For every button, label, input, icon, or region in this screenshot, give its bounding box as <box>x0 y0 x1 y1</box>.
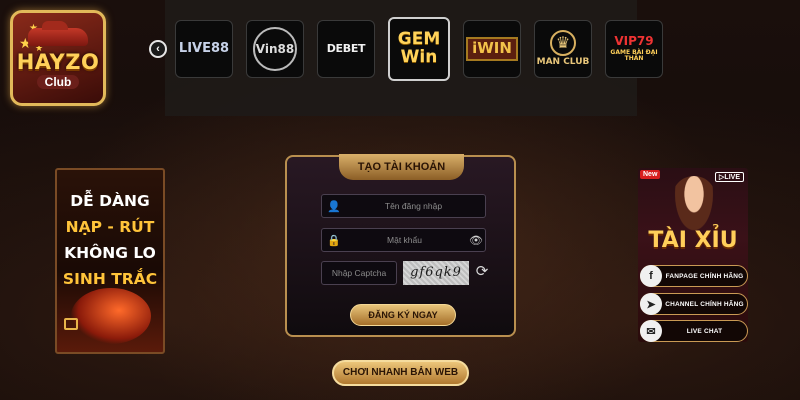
password-field[interactable]: 🔒 👁 <box>321 228 486 252</box>
password-input[interactable] <box>342 235 467 245</box>
channel-button[interactable]: ➤ CHANNEL CHÍNH HÃNG <box>640 293 748 315</box>
game-item-vin88[interactable]: Vin88 <box>246 20 304 78</box>
refresh-icon[interactable]: ⟳ <box>473 263 491 281</box>
fanpage-label: FANPAGE CHÍNH HÃNG <box>665 272 744 280</box>
game-label: MAN CLUB <box>536 57 590 68</box>
game-label: LIVE88 <box>178 41 230 57</box>
telegram-icon: ➤ <box>640 293 662 315</box>
lock-icon: 🔒 <box>327 234 341 247</box>
promo-banner-left[interactable]: DỄ DÀNG NẠP - RÚT KHÔNG LO SINH TRẮC <box>55 168 165 354</box>
game-item-vip79[interactable]: VIP79 GAME BÀI ĐẠI THẦN <box>605 20 663 78</box>
user-icon: 👤 <box>327 200 341 213</box>
register-form: TẠO TÀI KHOẢN 👤 🔒 👁 gf6qk9 ⟳ ĐĂNG KÝ NGA… <box>285 154 516 337</box>
username-input[interactable] <box>342 201 485 211</box>
game-item-manclub[interactable]: ♛ MAN CLUB <box>534 20 592 78</box>
play-web-button[interactable]: CHƠI NHANH BẢN WEB <box>332 360 469 386</box>
glowing-planet-image <box>71 288 151 344</box>
banner-line: NẠP - RÚT <box>65 218 155 236</box>
hostess-image <box>672 176 716 236</box>
game-label: iWIN <box>466 37 518 61</box>
game-label: Vin88 <box>253 27 297 71</box>
game-item-live88[interactable]: LIVE88 <box>175 20 233 78</box>
channel-label: CHANNEL CHÍNH HÃNG <box>665 300 744 308</box>
promo-banner-right: New ▷LIVE TÀI XỈU f FANPAGE CHÍNH HÃNG ➤… <box>638 168 748 342</box>
game-label: GEM Win <box>397 29 441 67</box>
logo-sub: Club <box>36 74 80 89</box>
chevron-left-icon[interactable]: ‹ <box>149 40 167 58</box>
game-item-debet[interactable]: DEBET <box>317 20 375 78</box>
game-list: LIVE88 Vin88 DEBET GEM Win iWIN ♛ MAN CLU… <box>175 17 663 81</box>
game-label: DEBET <box>326 42 366 56</box>
username-field[interactable]: 👤 <box>321 194 486 218</box>
banner-line: DỄ DÀNG <box>70 192 150 210</box>
crown-icon: ♛ <box>550 30 576 57</box>
live-badge: ▷LIVE <box>715 172 744 182</box>
form-title: TẠO TÀI KHOẢN <box>339 154 464 180</box>
fanpage-button[interactable]: f FANPAGE CHÍNH HÃNG <box>640 265 748 287</box>
game-sub-label: GAME BÀI ĐẠI THẦN <box>610 49 658 63</box>
captcha-field[interactable] <box>321 261 397 285</box>
game-item-gemwin[interactable]: GEM Win <box>388 17 450 81</box>
car-icon <box>28 20 88 46</box>
chat-icon: ✉ <box>640 320 662 342</box>
taixiu-title[interactable]: TÀI XỈU <box>638 228 748 253</box>
captcha-image: gf6qk9 <box>403 261 469 285</box>
banner-line: KHÔNG LO <box>64 244 156 262</box>
captcha-input[interactable] <box>322 262 396 284</box>
game-label: VIP79 <box>614 34 654 49</box>
facebook-icon: f <box>640 265 662 287</box>
logo-brand: HAYZO <box>16 49 100 74</box>
game-item-iwin[interactable]: iWIN <box>463 20 521 78</box>
chip-icon <box>64 318 78 330</box>
register-button[interactable]: ĐĂNG KÝ NGAY <box>350 304 456 326</box>
hayzo-club-logo[interactable]: ★ ★ ★ HAYZO Club <box>10 10 106 106</box>
eye-icon[interactable]: 👁 <box>467 234 485 247</box>
live-chat-button[interactable]: ✉ LIVE CHAT <box>640 320 748 342</box>
new-badge: New <box>640 170 661 179</box>
live-chat-label: LIVE CHAT <box>686 327 723 335</box>
